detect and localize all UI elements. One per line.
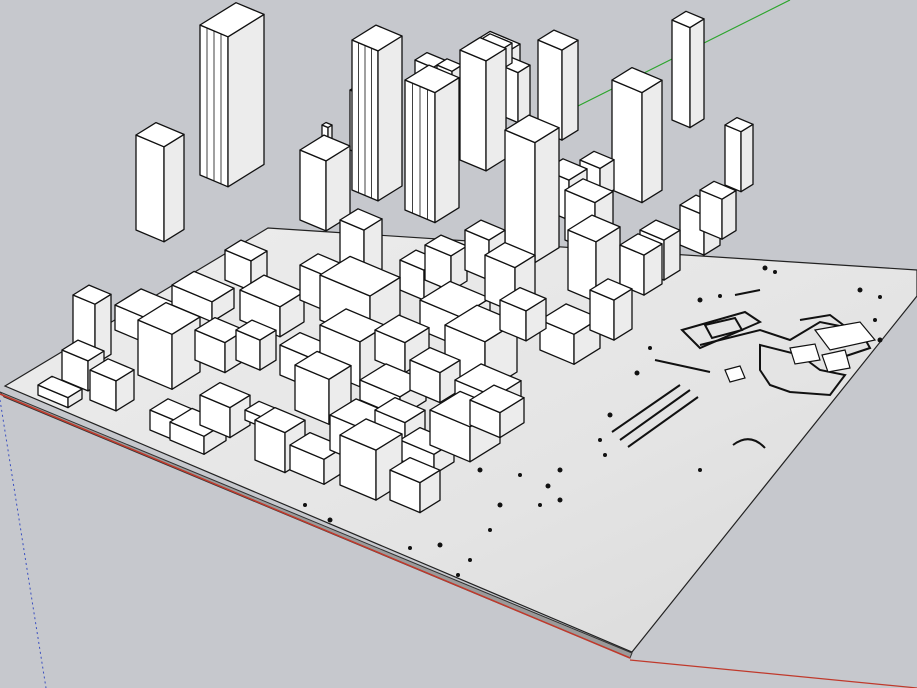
red-axis-line [629, 659, 917, 688]
building[interactable] [499, 286, 547, 342]
tower-east[interactable] [671, 10, 705, 129]
3d-model-viewport[interactable] [0, 0, 917, 688]
building[interactable] [137, 301, 201, 390]
tower-west-2[interactable] [135, 121, 185, 243]
building[interactable] [89, 358, 135, 412]
model-canvas[interactable] [0, 0, 917, 688]
building[interactable] [589, 278, 633, 341]
tower-south[interactable] [504, 114, 560, 264]
building[interactable] [404, 64, 460, 224]
blue-axis-dotted-line [0, 399, 47, 688]
building[interactable] [299, 134, 351, 232]
building[interactable] [235, 319, 277, 371]
building[interactable] [699, 180, 737, 240]
tower-west[interactable] [199, 2, 265, 188]
tower-center[interactable] [351, 24, 403, 202]
tower-east-2[interactable] [611, 66, 663, 204]
building[interactable] [424, 234, 468, 292]
building[interactable] [459, 36, 507, 172]
building[interactable] [724, 116, 754, 193]
